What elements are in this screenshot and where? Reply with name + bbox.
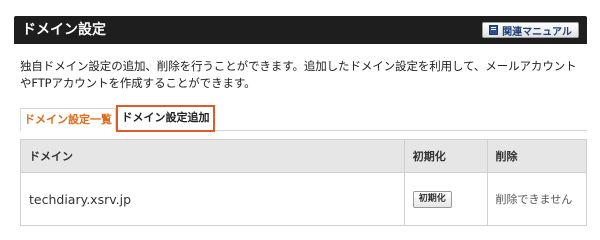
domain-table-container: ドメイン 初期化 削除 techdiary.xsrv.jp 初期化 削除できませ… [20, 139, 588, 226]
page-header: ドメイン設定 関連マニュアル [14, 16, 587, 44]
init-button[interactable]: 初期化 [412, 190, 452, 208]
column-header-delete: 削除 [486, 139, 588, 173]
table-header-row: ドメイン 初期化 削除 [20, 139, 588, 173]
tab-domain-add[interactable]: ドメイン設定追加 [116, 105, 215, 132]
column-header-init: 初期化 [403, 139, 488, 173]
related-manual-button[interactable]: 関連マニュアル [482, 22, 579, 38]
init-cell: 初期化 [403, 172, 488, 226]
description-text: 独自ドメイン設定の追加、削除を行うことができます。追加したドメイン設定を利用して… [20, 59, 577, 90]
tab-bar: ドメイン設定一覧 ドメイン設定追加 [20, 104, 587, 132]
book-icon [489, 25, 499, 35]
table-row: techdiary.xsrv.jp 初期化 削除できません [20, 172, 588, 226]
domain-name-cell: techdiary.xsrv.jp [20, 172, 405, 226]
domain-table: ドメイン 初期化 削除 techdiary.xsrv.jp 初期化 削除できませ… [20, 139, 588, 226]
delete-status-text: 削除できません [495, 192, 573, 206]
delete-cell: 削除できません [486, 172, 588, 226]
related-manual-label: 関連マニュアル [502, 26, 572, 38]
tab-domain-list[interactable]: ドメイン設定一覧 [20, 108, 116, 131]
column-header-domain: ドメイン [20, 139, 405, 173]
page-title: ドメイン設定 [22, 22, 106, 38]
